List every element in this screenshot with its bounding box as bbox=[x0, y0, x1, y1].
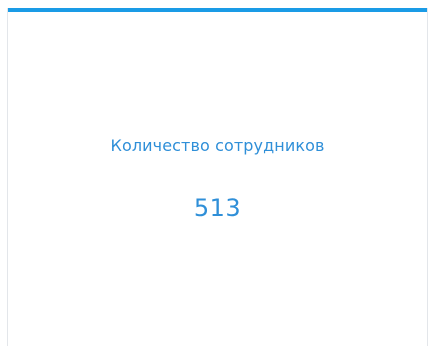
card-accent-bar bbox=[8, 8, 427, 12]
kpi-value: 513 bbox=[193, 194, 242, 222]
kpi-title: Количество сотрудников bbox=[110, 136, 325, 155]
kpi-card: Количество сотрудников 513 bbox=[7, 8, 428, 346]
